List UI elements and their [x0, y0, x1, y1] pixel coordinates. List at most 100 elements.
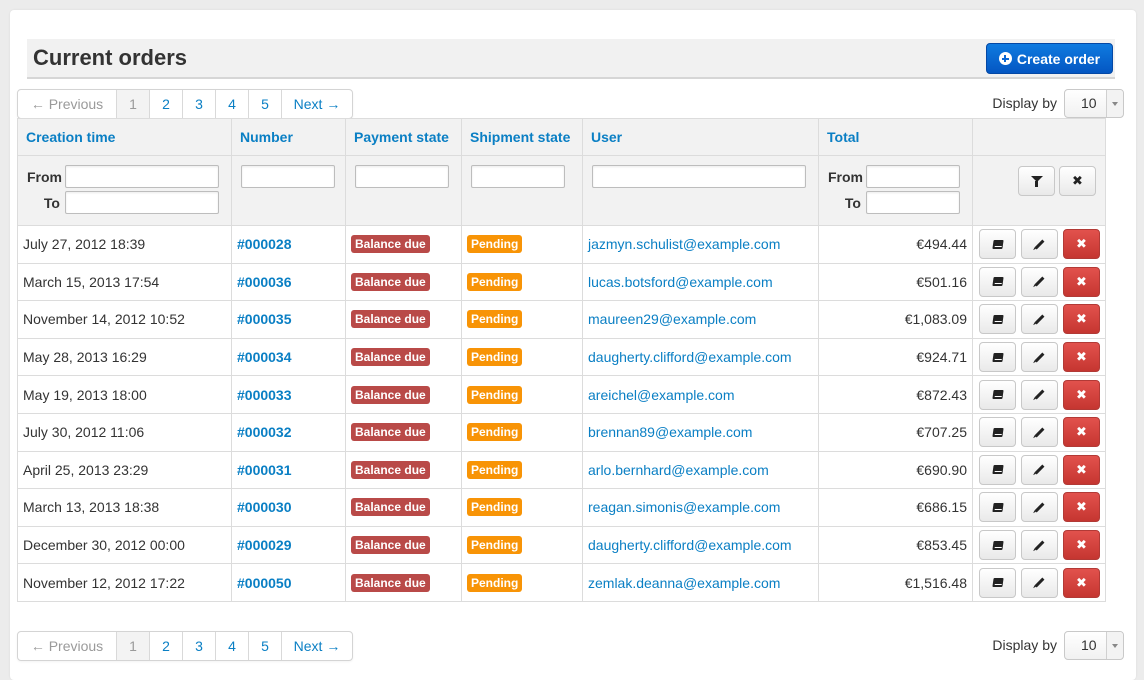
pagination-page-1[interactable]: 1 [116, 632, 149, 660]
user-email-link[interactable]: areichel@example.com [588, 387, 735, 403]
book-icon [991, 427, 1004, 437]
edit-order-button[interactable] [1021, 454, 1058, 485]
per-page-select[interactable]: 10 [1064, 630, 1124, 660]
chevron-down-icon [1106, 631, 1123, 659]
delete-order-button[interactable]: ✖ [1063, 229, 1100, 260]
delete-order-button[interactable]: ✖ [1063, 342, 1100, 373]
total-to-input[interactable] [866, 191, 960, 214]
pagination-page-2[interactable]: 2 [149, 90, 182, 118]
edit-order-button[interactable] [1021, 567, 1058, 598]
pagination-page-3[interactable]: 3 [182, 632, 215, 660]
column-shipment-state[interactable]: Shipment state [461, 118, 583, 156]
delete-order-button[interactable]: ✖ [1063, 454, 1100, 485]
pagination-page-5[interactable]: 5 [248, 90, 281, 118]
edit-order-button[interactable] [1021, 229, 1058, 260]
pagination-prev[interactable]: ← Previous [18, 632, 116, 660]
order-number-link[interactable]: #000032 [237, 424, 292, 440]
display-by-label: Display by [992, 637, 1057, 653]
delete-order-button[interactable]: ✖ [1063, 530, 1100, 561]
show-order-button[interactable] [979, 342, 1016, 373]
show-order-button[interactable] [979, 417, 1016, 448]
user-email-link[interactable]: brennan89@example.com [588, 424, 752, 440]
delete-order-button[interactable]: ✖ [1063, 266, 1100, 297]
column-number[interactable]: Number [231, 118, 346, 156]
filter-total: From To [818, 155, 973, 226]
chevron-down-icon [1106, 89, 1123, 117]
creation-time-to-input[interactable] [65, 191, 219, 214]
table-row: July 30, 2012 11:06 #000032 Balance due Pen… [17, 412, 1106, 452]
number-filter-input[interactable] [241, 165, 335, 188]
pencil-icon [1034, 540, 1045, 550]
row-actions: ✖ [972, 488, 1106, 527]
order-total-cell: €1,516.48 [818, 563, 973, 602]
edit-order-button[interactable] [1021, 342, 1058, 373]
create-order-button[interactable]: Create order [986, 43, 1113, 74]
user-email-link[interactable]: jazmyn.schulist@example.com [588, 236, 780, 252]
pagination-next[interactable]: Next → [281, 632, 352, 660]
pagination-page-2[interactable]: 2 [149, 632, 182, 660]
total-from-input[interactable] [866, 165, 960, 188]
user-email-link[interactable]: arlo.bernhard@example.com [588, 462, 769, 478]
user-email-link[interactable]: reagan.simonis@example.com [588, 499, 780, 515]
payment-state-badge: Balance due [351, 272, 430, 291]
column-creation-time[interactable]: Creation time [17, 118, 232, 156]
order-number-link[interactable]: #000034 [237, 349, 292, 365]
user-email-link[interactable]: daugherty.clifford@example.com [588, 537, 792, 553]
show-order-button[interactable] [979, 492, 1016, 523]
pencil-icon [1034, 352, 1045, 363]
book-icon [991, 578, 1004, 588]
table-row: November 12, 2012 17:22 #000050 Balance du… [17, 563, 1106, 602]
order-number-link[interactable]: #000030 [237, 499, 292, 515]
order-total-cell: €690.90 [818, 450, 973, 490]
order-number-link[interactable]: #000050 [237, 575, 292, 591]
show-order-button[interactable] [979, 304, 1016, 335]
delete-order-button[interactable]: ✖ [1063, 492, 1100, 523]
book-icon [991, 502, 1004, 512]
edit-order-button[interactable] [1021, 417, 1058, 448]
pagination-page-4[interactable]: 4 [215, 90, 248, 118]
per-page-select[interactable]: 10 [1064, 88, 1124, 118]
show-order-button[interactable] [979, 266, 1016, 297]
show-order-button[interactable] [979, 567, 1016, 598]
pagination-page-1[interactable]: 1 [116, 90, 149, 118]
user-email-link[interactable]: zemlak.deanna@example.com [588, 575, 780, 591]
show-order-button[interactable] [979, 229, 1016, 260]
payment-state-badge: Balance due [351, 460, 430, 479]
creation-time-from-input[interactable] [65, 165, 219, 188]
clear-filter-button[interactable]: ✖ [1059, 166, 1096, 196]
edit-order-button[interactable] [1021, 304, 1058, 335]
delete-order-button[interactable]: ✖ [1063, 417, 1100, 448]
column-total[interactable]: Total [818, 118, 973, 156]
show-order-button[interactable] [979, 379, 1016, 410]
edit-order-button[interactable] [1021, 379, 1058, 410]
delete-order-button[interactable]: ✖ [1063, 379, 1100, 410]
delete-order-button[interactable]: ✖ [1063, 567, 1100, 598]
order-number-link[interactable]: #000028 [237, 236, 292, 252]
order-number-link[interactable]: #000029 [237, 537, 292, 553]
apply-filter-button[interactable] [1018, 166, 1055, 196]
order-number-link[interactable]: #000031 [237, 462, 292, 478]
edit-order-button[interactable] [1021, 492, 1058, 523]
show-order-button[interactable] [979, 530, 1016, 561]
user-email-link[interactable]: daugherty.clifford@example.com [588, 349, 792, 365]
pagination-next[interactable]: Next → [281, 90, 352, 118]
order-number-link[interactable]: #000036 [237, 274, 292, 290]
pagination-page-3[interactable]: 3 [182, 90, 215, 118]
pagination-page-4[interactable]: 4 [215, 632, 248, 660]
edit-order-button[interactable] [1021, 266, 1058, 297]
shipment-state-filter-input[interactable] [471, 165, 565, 188]
pagination-page-5[interactable]: 5 [248, 632, 281, 660]
column-user[interactable]: User [582, 118, 819, 156]
edit-order-button[interactable] [1021, 530, 1058, 561]
pagination-prev[interactable]: ← Previous [18, 90, 116, 118]
user-email-link[interactable]: lucas.botsford@example.com [588, 274, 773, 290]
user-email-link[interactable]: maureen29@example.com [588, 311, 756, 327]
column-payment-state[interactable]: Payment state [345, 118, 462, 156]
show-order-button[interactable] [979, 454, 1016, 485]
user-filter-input[interactable] [592, 165, 806, 188]
order-number-link[interactable]: #000033 [237, 387, 292, 403]
delete-order-button[interactable]: ✖ [1063, 304, 1100, 335]
payment-state-filter-input[interactable] [355, 165, 449, 188]
per-page-value: 10 [1081, 636, 1097, 653]
order-number-link[interactable]: #000035 [237, 311, 292, 327]
